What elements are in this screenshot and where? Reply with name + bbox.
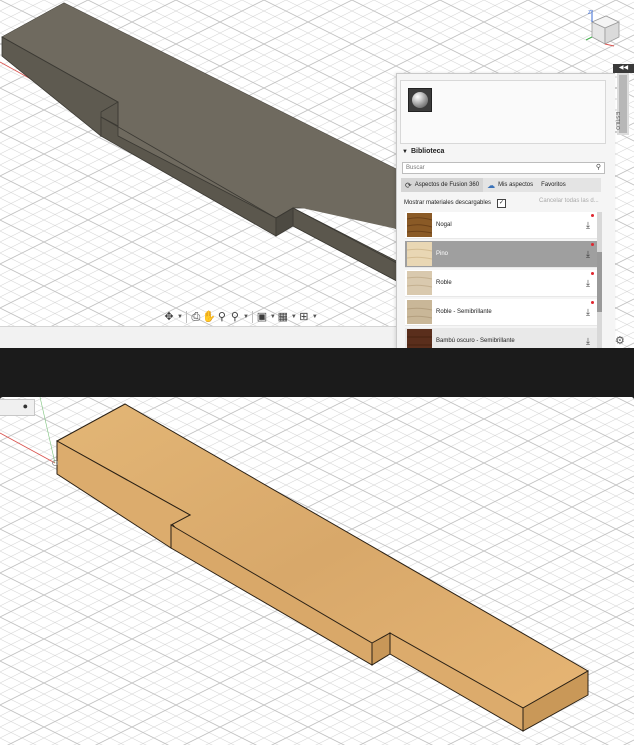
chevron-down-icon[interactable]: ▼ bbox=[291, 314, 297, 320]
download-icon[interactable]: ⤓ bbox=[586, 307, 590, 318]
zoom-window-icon[interactable]: ⚲ bbox=[229, 310, 241, 324]
list-scrollbar[interactable] bbox=[597, 212, 602, 348]
sphere-preview-icon bbox=[412, 92, 428, 108]
list-item[interactable]: Roble - Semibrillante ⤓ bbox=[405, 299, 597, 326]
display-settings-icon[interactable]: ▣ bbox=[256, 310, 268, 324]
download-icon[interactable]: ⤓ bbox=[586, 220, 590, 231]
viewcube[interactable]: Z bbox=[584, 6, 624, 48]
browser-toolbar[interactable]: ● bbox=[0, 399, 35, 416]
svg-text:Z: Z bbox=[588, 10, 591, 16]
side-tab-thumb[interactable] bbox=[619, 75, 627, 133]
navigation-toolbar: ✥ ▼ ⎙ ✋ ⚲ ⚲ ▼ ▣ ▼ ▦ ▼ ⊞ ▼ bbox=[163, 309, 318, 325]
new-badge bbox=[591, 272, 594, 275]
library-section-header[interactable]: ▼ Biblioteca bbox=[402, 148, 444, 155]
list-item[interactable]: Bambú oscuro - Semibrillante ⤓ bbox=[405, 328, 597, 348]
material-name: Roble bbox=[436, 280, 452, 286]
grid-settings-icon[interactable]: ▦ bbox=[277, 310, 289, 324]
search-input[interactable]: Buscar ⚲ bbox=[402, 162, 605, 174]
in-model-appearances bbox=[400, 80, 606, 144]
viewport-status-strip bbox=[0, 326, 396, 348]
download-icon[interactable]: ⤓ bbox=[586, 249, 590, 260]
bamboo-dark-thumbnail bbox=[407, 329, 432, 348]
search-placeholder: Buscar bbox=[406, 165, 425, 171]
list-item[interactable]: Pino ⤓ bbox=[405, 241, 597, 268]
bottom-canvas[interactable] bbox=[0, 397, 634, 745]
library-label: Biblioteca bbox=[410, 148, 445, 155]
x-axis-indicator bbox=[604, 43, 615, 47]
material-name: Nogal bbox=[436, 222, 452, 228]
viewports-icon[interactable]: ⊞ bbox=[298, 310, 310, 324]
panel-collapse-button[interactable]: ◀◀ bbox=[613, 64, 634, 73]
tab-fusion-appearances[interactable]: ⟳ Aspectos de Fusion 360 bbox=[401, 178, 484, 192]
separator-gap bbox=[0, 348, 634, 397]
wood-walnut-thumbnail bbox=[407, 213, 432, 237]
tab-label: Aspectos de Fusion 360 bbox=[414, 182, 480, 188]
material-name: Roble - Semibrillante bbox=[436, 309, 492, 315]
tab-label: Mis aspectos bbox=[498, 182, 534, 188]
bottom-viewport[interactable]: ● bbox=[0, 397, 634, 745]
library-tabs: ⟳ Aspectos de Fusion 360 ☁ Mis aspectos Fa… bbox=[401, 178, 601, 192]
chevron-down-icon[interactable]: ▼ bbox=[312, 314, 318, 320]
search-icon[interactable]: ⚲ bbox=[596, 163, 601, 173]
wood-oak-thumbnail bbox=[407, 271, 432, 295]
zoom-icon[interactable]: ⚲ bbox=[216, 310, 228, 324]
new-badge bbox=[591, 214, 594, 217]
chevron-down-icon[interactable]: ▼ bbox=[270, 314, 276, 320]
chevron-down-icon[interactable]: ▼ bbox=[243, 314, 249, 320]
show-downloadable-label: Mostrar materiales descargables bbox=[404, 200, 492, 206]
toolbar-divider bbox=[185, 311, 187, 323]
cancel-all-downloads-link[interactable]: Cancelar todas las d... bbox=[539, 198, 599, 204]
settings-dot-icon[interactable]: ● bbox=[23, 401, 28, 411]
material-name: Bambú oscuro - Semibrillante bbox=[436, 338, 515, 344]
top-viewport[interactable]: Z ✥ ▼ ⎙ ✋ ⚲ ⚲ ▼ ▣ ▼ ▦ ▼ ⊞ ▼ ◀◀ ESTILO ⚙ ▼ Bibl… bbox=[0, 0, 634, 348]
caret-down-icon: ▼ bbox=[402, 149, 408, 155]
new-badge bbox=[591, 243, 594, 246]
appearance-swatch[interactable] bbox=[408, 88, 432, 112]
cloud-icon: ☁ bbox=[487, 180, 496, 190]
material-list: Nogal ⤓ Pino ⤓ Roble ⤓ Roble - Semibrill… bbox=[405, 212, 597, 348]
pan-icon[interactable]: ✋ bbox=[202, 310, 216, 324]
download-icon[interactable]: ⤓ bbox=[586, 336, 590, 347]
gear-icon[interactable]: ⚙ bbox=[615, 334, 625, 347]
tab-label: Favoritos bbox=[541, 182, 566, 188]
tab-my-appearances[interactable]: ☁ Mis aspectos bbox=[483, 178, 537, 192]
appearance-panel: ▼ Biblioteca Buscar ⚲ ⟳ Aspectos de Fusion… bbox=[396, 73, 615, 348]
wood-pine-thumbnail bbox=[407, 242, 432, 266]
material-name: Pino bbox=[436, 251, 449, 257]
new-badge bbox=[591, 301, 594, 304]
show-downloadable-row: Mostrar materiales descargables ✓ Cancel… bbox=[404, 198, 604, 208]
chevron-down-icon[interactable]: ▼ bbox=[177, 314, 183, 320]
show-downloadable-checkbox[interactable]: ✓ bbox=[497, 198, 507, 208]
toolbar-divider bbox=[251, 311, 253, 323]
list-item[interactable]: Nogal ⤓ bbox=[405, 212, 597, 239]
refresh-icon: ⟳ bbox=[405, 180, 412, 190]
y-axis-indicator bbox=[585, 36, 593, 41]
look-at-icon[interactable]: ⎙ bbox=[190, 310, 202, 324]
list-item[interactable]: Roble ⤓ bbox=[405, 270, 597, 297]
orbit-icon[interactable]: ✥ bbox=[163, 310, 175, 324]
list-scrollbar-thumb[interactable] bbox=[597, 252, 602, 312]
tab-favorites[interactable]: Favoritos bbox=[537, 178, 570, 192]
wood-oak-semigloss-thumbnail bbox=[407, 300, 432, 324]
download-icon[interactable]: ⤓ bbox=[586, 278, 590, 289]
